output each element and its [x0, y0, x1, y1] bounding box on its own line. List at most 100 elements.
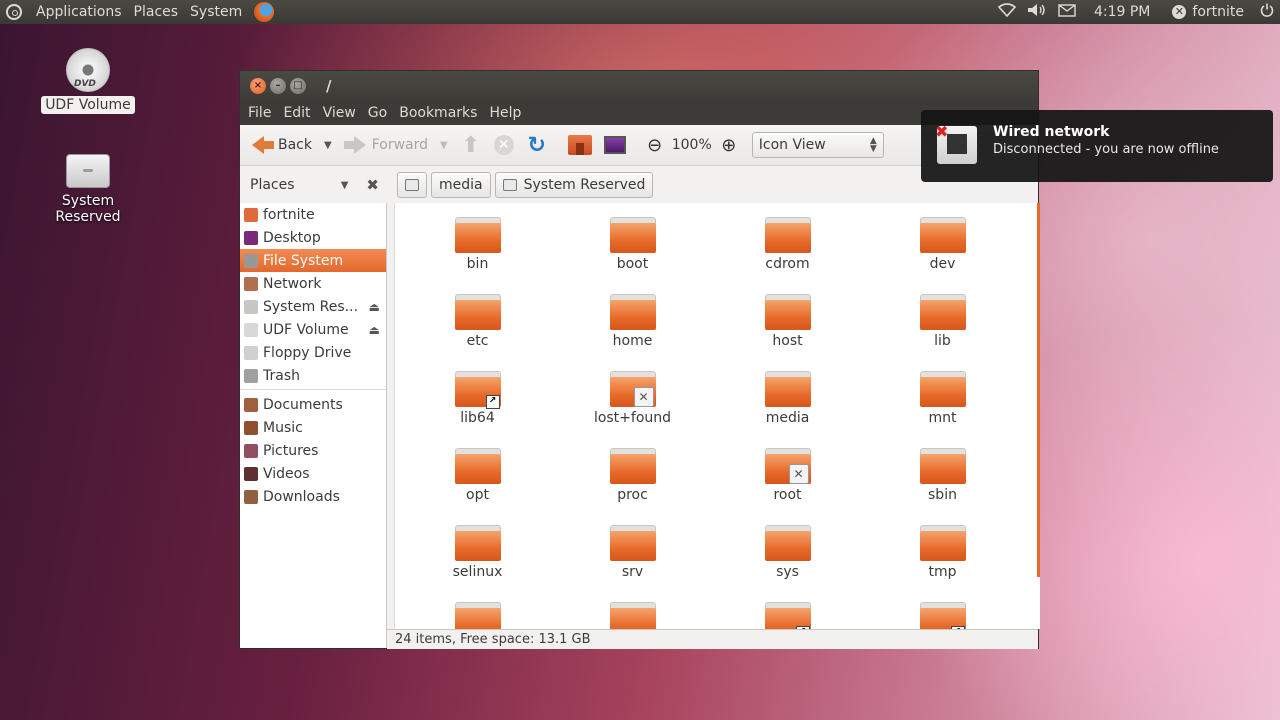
file-item-media[interactable]: media: [710, 371, 865, 448]
network-wifi-icon[interactable]: [992, 3, 1022, 21]
sidebar-item-network[interactable]: Network: [240, 272, 386, 295]
window-maximize-button[interactable]: □: [290, 78, 306, 94]
breadcrumb-system-reserved[interactable]: System Reserved: [494, 172, 654, 198]
folder-icon: [454, 448, 501, 484]
menu-bookmarks[interactable]: Bookmarks: [393, 105, 483, 121]
breadcrumb-label: media: [439, 177, 483, 193]
scrollbar[interactable]: [1037, 203, 1040, 577]
folder-icon: [764, 525, 811, 561]
sidebar-item-downloads[interactable]: Downloads: [240, 485, 386, 508]
window-close-button[interactable]: ×: [250, 78, 266, 94]
file-item-bin[interactable]: bin: [400, 217, 555, 294]
sidebar-item-fortnite[interactable]: fortnite: [240, 203, 386, 226]
file-view[interactable]: bin boot cdrom dev etc home host lib ↗ lib64 ✕ lost…: [394, 203, 1040, 629]
zoom-out-icon[interactable]: ⊖: [642, 135, 668, 156]
file-item[interactable]: ↗: [865, 602, 1020, 629]
menu-system[interactable]: System: [184, 0, 248, 24]
view-mode-select[interactable]: Icon View ▲ ▼: [751, 132, 884, 158]
file-item[interactable]: [400, 602, 555, 629]
menu-applications[interactable]: Applications: [30, 0, 128, 24]
back-button[interactable]: Back: [246, 130, 318, 160]
file-item-sbin[interactable]: sbin: [865, 448, 1020, 525]
sidebar-item-documents[interactable]: Documents: [240, 393, 386, 416]
window-minimize-button[interactable]: –: [270, 78, 286, 94]
desktop-icon-system-reserved[interactable]: System Reserved: [28, 148, 148, 226]
sidebar-item-desktop[interactable]: Desktop: [240, 226, 386, 249]
power-icon[interactable]: [1254, 3, 1280, 21]
breadcrumb-media[interactable]: media: [431, 172, 491, 198]
sidebar-item-udf-volume[interactable]: UDF Volume ⏏: [240, 318, 386, 341]
file-item-host[interactable]: host: [710, 294, 865, 371]
dvd-icon: DVD: [66, 48, 110, 92]
file-item-dev[interactable]: dev: [865, 217, 1020, 294]
file-item-mnt[interactable]: mnt: [865, 371, 1020, 448]
file-item-etc[interactable]: etc: [400, 294, 555, 371]
folder-icon: [919, 602, 966, 629]
up-arrow-icon[interactable]: ⬆: [460, 133, 482, 158]
folder-icon: [454, 294, 501, 330]
file-item-proc[interactable]: proc: [555, 448, 710, 525]
file-item-root[interactable]: ✕ root: [710, 448, 865, 525]
places-sidebar: fortnite Desktop File System Network System …: [240, 203, 387, 648]
file-item-sys[interactable]: sys: [710, 525, 865, 602]
window-titlebar[interactable]: × – □ /: [240, 71, 1038, 101]
firefox-launcher-icon[interactable]: [254, 2, 275, 22]
file-item[interactable]: [555, 602, 710, 629]
sidebar-item-label: Documents: [263, 396, 343, 413]
sidebar-dropdown-icon[interactable]: ▼: [341, 180, 349, 191]
file-item-boot[interactable]: boot: [555, 217, 710, 294]
no-access-emblem-icon: ✕: [788, 464, 809, 484]
file-item-srv[interactable]: srv: [555, 525, 710, 602]
computer-icon[interactable]: [603, 136, 626, 154]
eject-icon[interactable]: ⏏: [369, 300, 380, 314]
mail-icon[interactable]: [1052, 3, 1082, 21]
file-item-selinux[interactable]: selinux: [400, 525, 555, 602]
sidebar-item-floppy-drive[interactable]: Floppy Drive: [240, 341, 386, 364]
file-item-home[interactable]: home: [555, 294, 710, 371]
file-item-lost-found[interactable]: ✕ lost+found: [555, 371, 710, 448]
menu-help[interactable]: Help: [483, 105, 527, 121]
menu-file[interactable]: File: [242, 105, 277, 121]
file-name: lib64: [460, 410, 495, 426]
volume-icon[interactable]: [1022, 3, 1052, 21]
sidebar-item-system-res[interactable]: System Res... ⏏: [240, 295, 386, 318]
sidebar-title[interactable]: Places: [250, 177, 295, 193]
stop-icon[interactable]: ✕: [493, 135, 514, 155]
file-item-cdrom[interactable]: cdrom: [710, 217, 865, 294]
file-item-lib[interactable]: lib: [865, 294, 1020, 371]
forward-history-dropdown[interactable]: ▼: [434, 140, 454, 151]
sidebar-item-file-system[interactable]: File System: [240, 249, 386, 272]
file-item-tmp[interactable]: tmp: [865, 525, 1020, 602]
menu-go[interactable]: Go: [362, 105, 393, 121]
view-mode-value: Icon View: [758, 137, 826, 153]
breadcrumb-root[interactable]: [397, 172, 427, 198]
file-name: etc: [466, 333, 489, 349]
file-name: media: [765, 410, 810, 426]
zoom-in-icon[interactable]: ⊕: [716, 135, 742, 156]
sidebar-item-videos[interactable]: Videos: [240, 462, 386, 485]
ubuntu-logo-icon[interactable]: [6, 4, 22, 20]
sidebar-item-trash[interactable]: Trash: [240, 364, 386, 387]
zoom-level[interactable]: 100%: [668, 137, 716, 153]
back-history-dropdown[interactable]: ▼: [318, 140, 338, 151]
sidebar-item-music[interactable]: Music: [240, 416, 386, 439]
forward-button[interactable]: Forward: [338, 130, 434, 160]
menu-places[interactable]: Places: [128, 0, 185, 24]
file-item-opt[interactable]: opt: [400, 448, 555, 525]
file-item-lib64[interactable]: ↗ lib64: [400, 371, 555, 448]
reload-icon[interactable]: ↻: [526, 133, 548, 158]
no-access-emblem-icon: ✕: [633, 387, 654, 407]
file-item[interactable]: ↗: [710, 602, 865, 629]
eject-icon[interactable]: ⏏: [369, 323, 380, 337]
close-sidebar-icon[interactable]: ✖: [366, 176, 379, 194]
home-icon[interactable]: [567, 135, 592, 155]
menu-view[interactable]: View: [317, 105, 362, 121]
desktop-icon-udf-volume[interactable]: DVD UDF Volume: [28, 48, 148, 114]
folder-icon: [764, 294, 811, 330]
user-menu[interactable]: ✕ fortnite: [1162, 4, 1254, 20]
menu-edit[interactable]: Edit: [277, 105, 316, 121]
sidebar-item-pictures[interactable]: Pictures: [240, 439, 386, 462]
clock[interactable]: 4:19 PM: [1082, 4, 1162, 20]
file-name: dev: [929, 256, 956, 272]
file-name: sys: [776, 564, 799, 580]
